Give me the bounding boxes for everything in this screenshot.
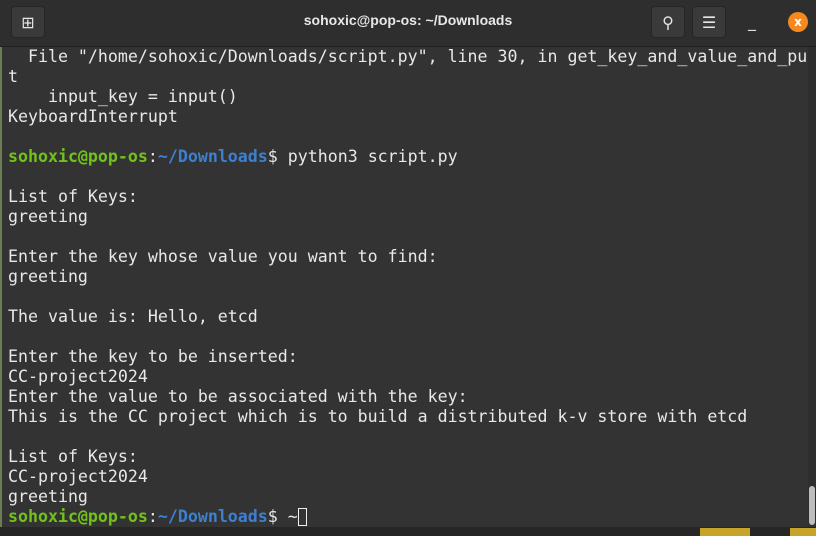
search-button[interactable]: ⚲ bbox=[651, 6, 685, 38]
minimize-button[interactable]: _ bbox=[748, 12, 756, 31]
close-icon: x bbox=[794, 15, 802, 29]
prompt-line: sohoxic@pop-os:~/Downloads$ python3 scri… bbox=[8, 147, 808, 167]
command-text: ~ bbox=[287, 507, 298, 526]
output-line: greeting bbox=[8, 207, 88, 226]
terminal-output[interactable]: File "/home/sohoxic/Downloads/script.py"… bbox=[0, 47, 808, 527]
search-icon: ⚲ bbox=[662, 12, 674, 32]
output-line: t bbox=[8, 67, 18, 86]
title-bar: ⊞ sohoxic@pop-os: ~/Downloads ⚲ ☰ _ x bbox=[0, 0, 816, 47]
output-line: greeting bbox=[8, 487, 88, 506]
output-line: List of Keys: bbox=[8, 447, 138, 466]
output-line: KeyboardInterrupt bbox=[8, 107, 178, 126]
text-cursor bbox=[297, 508, 307, 526]
prompt-separator: : bbox=[147, 507, 158, 526]
output-line: CC-project2024 bbox=[8, 367, 148, 386]
output-line: The value is: Hello, etcd bbox=[8, 307, 258, 326]
prompt-user-host: sohoxic@pop-os bbox=[8, 507, 148, 526]
output-line: Enter the key whose value you want to fi… bbox=[8, 247, 438, 266]
minimize-icon: _ bbox=[748, 12, 756, 31]
output-line: This is the CC project which is to build… bbox=[8, 407, 748, 426]
prompt-line: sohoxic@pop-os:~/Downloads$ ~ bbox=[8, 507, 808, 527]
command-text: python3 script.py bbox=[287, 147, 458, 166]
close-button[interactable]: x bbox=[788, 12, 808, 32]
output-line: List of Keys: bbox=[8, 187, 138, 206]
prompt-user-host: sohoxic@pop-os bbox=[8, 147, 148, 166]
output-line: greeting bbox=[8, 267, 88, 286]
desktop-decoration bbox=[700, 528, 750, 536]
prompt-dollar: $ bbox=[267, 147, 288, 166]
output-line: input_key = input() bbox=[8, 87, 238, 106]
menu-button[interactable]: ☰ bbox=[692, 6, 726, 38]
prompt-path: ~/Downloads bbox=[157, 507, 268, 526]
scrollbar-thumb[interactable] bbox=[809, 486, 815, 525]
prompt-dollar: $ bbox=[267, 507, 288, 526]
hamburger-menu-icon: ☰ bbox=[701, 12, 717, 32]
output-line: CC-project2024 bbox=[8, 467, 148, 486]
prompt-separator: : bbox=[147, 147, 158, 166]
scrollbar[interactable] bbox=[808, 47, 816, 527]
output-line: Enter the key to be inserted: bbox=[8, 347, 298, 366]
output-line: Enter the value to be associated with th… bbox=[8, 387, 468, 406]
desktop-decoration bbox=[790, 528, 816, 536]
output-line: File "/home/sohoxic/Downloads/script.py"… bbox=[8, 47, 808, 66]
prompt-path: ~/Downloads bbox=[157, 147, 268, 166]
desktop-edge bbox=[0, 527, 816, 536]
